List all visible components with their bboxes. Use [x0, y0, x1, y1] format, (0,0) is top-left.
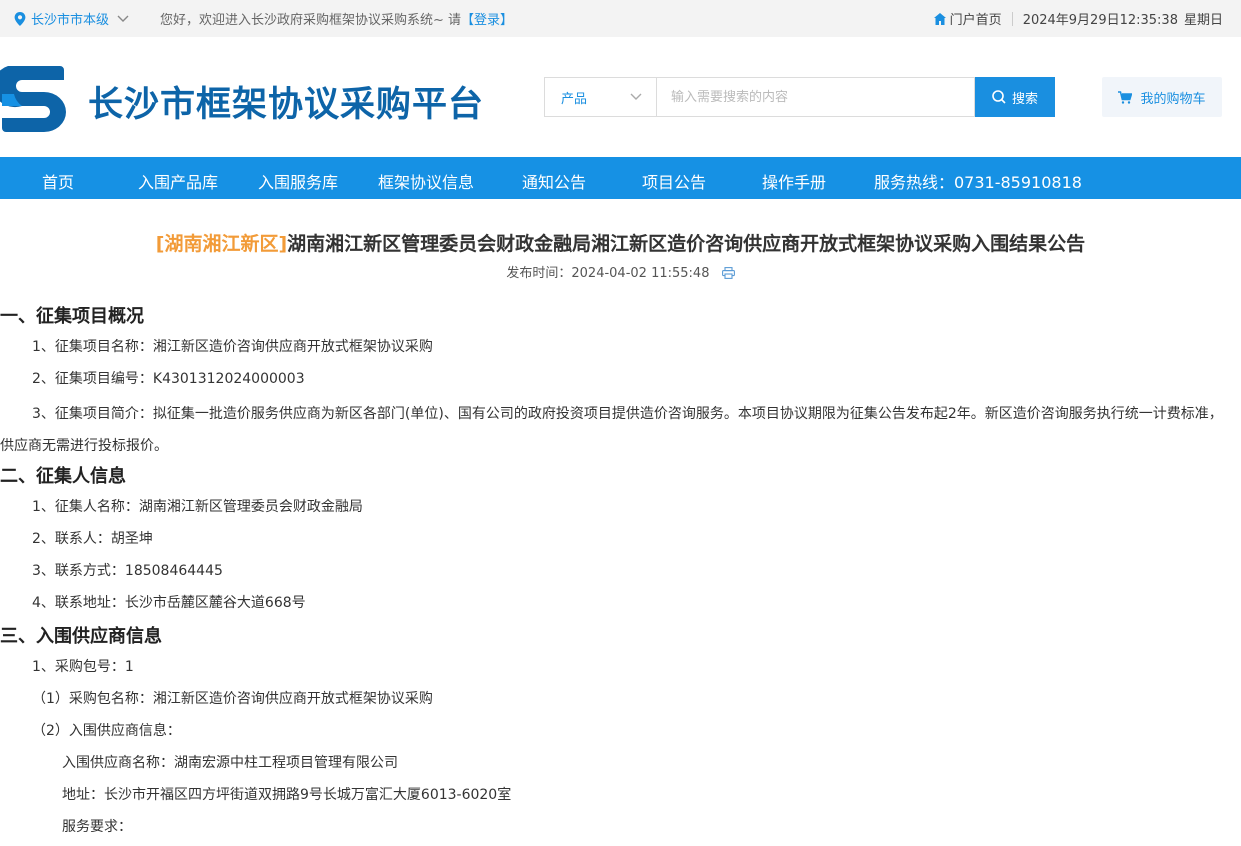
- contact-address: 4、联系地址：长沙市岳麓区麓谷大道668号: [32, 595, 306, 611]
- site-logo[interactable]: [0, 64, 66, 132]
- location-selector[interactable]: 长沙市市本级: [14, 9, 134, 28]
- article-title: [湖南湘江新区]湖南湘江新区管理委员会财政金融局湘江新区造价咨询供应商开放式框架…: [155, 233, 1086, 255]
- section-heading: 一、征集项目概况: [0, 306, 144, 327]
- cart-icon: [1118, 90, 1133, 104]
- logo-icon: [0, 66, 66, 132]
- cart-button[interactable]: 我的购物车: [1102, 77, 1222, 117]
- service-requirements: 服务要求：: [62, 819, 132, 835]
- home-icon: [933, 12, 946, 25]
- contact-phone: 3、联系方式：18508464445: [32, 563, 223, 579]
- package-name: （1）采购包名称：湘江新区造价咨询供应商开放式框架协议采购: [32, 691, 433, 707]
- welcome-text: 您好，欢迎进入长沙政府采购框架协议采购系统~ 请【登录】: [160, 13, 514, 28]
- nav-item-notices[interactable]: 通知公告: [522, 169, 586, 193]
- chevron-down-icon: [117, 15, 129, 22]
- nav-item-services[interactable]: 入围服务库: [258, 169, 338, 193]
- location-pin-icon: [14, 11, 26, 26]
- nav-item-manual[interactable]: 操作手册: [762, 169, 826, 193]
- search-category-select[interactable]: 产品: [544, 77, 656, 117]
- section-heading: 三、入围供应商信息: [0, 626, 162, 647]
- project-intro: 3、征集项目简介：拟征集一批造价服务供应商为新区各部门(单位)、国有公司的政府投…: [0, 406, 1223, 454]
- location-label: 长沙市市本级: [31, 13, 110, 28]
- collector-name: 1、征集人名称：湖南湘江新区管理委员会财政金融局: [32, 499, 363, 515]
- search-icon: [992, 90, 1006, 104]
- datetime: 2024年9月29日12:35:38 星期日: [1022, 13, 1223, 28]
- supplier-name: 入围供应商名称：湖南宏源中柱工程项目管理有限公司: [62, 755, 398, 771]
- supplier-address: 地址：长沙市开福区四方坪街道双拥路9号长城万富汇大厦6013-6020室: [62, 787, 512, 803]
- divider: [1011, 11, 1013, 26]
- chevron-down-icon: [630, 93, 642, 100]
- nav-item-framework-info[interactable]: 框架协议信息: [378, 169, 474, 193]
- nav-item-home[interactable]: 首页: [42, 169, 74, 193]
- package-number: 1、采购包号：1: [32, 659, 134, 675]
- section-heading: 二、征集人信息: [0, 466, 126, 487]
- region-tag: [湖南湘江新区]: [155, 233, 288, 255]
- project-name: 1、征集项目名称：湘江新区造价咨询供应商开放式框架协议采购: [32, 339, 433, 355]
- portal-home-link[interactable]: 门户首页: [933, 9, 1002, 28]
- contact-person: 2、联系人：胡圣坤: [32, 531, 153, 547]
- top-bar: 长沙市市本级 您好，欢迎进入长沙政府采购框架协议采购系统~ 请【登录】 门户首页…: [0, 0, 1241, 37]
- search-input[interactable]: [656, 77, 975, 117]
- publish-time: 发布时间：2024-04-02 11:55:48: [0, 262, 1241, 281]
- login-link[interactable]: 【登录】: [461, 13, 513, 28]
- nav-item-project-announcements[interactable]: 项目公告: [642, 169, 706, 193]
- service-hotline: 服务热线：0731-85910818: [874, 173, 1082, 192]
- site-title: 长沙市框架协议采购平台: [88, 85, 485, 125]
- project-code: 2、征集项目编号：K4301312024000003: [32, 371, 305, 387]
- print-icon[interactable]: [721, 267, 735, 279]
- main-nav: 首页 入围产品库 入围服务库 框架协议信息 通知公告 项目公告 操作手册 服务热…: [0, 157, 1241, 199]
- search-bar: 产品 搜索: [544, 77, 1055, 117]
- supplier-info-label: （2）入围供应商信息：: [32, 723, 181, 739]
- search-button[interactable]: 搜索: [975, 77, 1055, 117]
- nav-item-products[interactable]: 入围产品库: [138, 169, 218, 193]
